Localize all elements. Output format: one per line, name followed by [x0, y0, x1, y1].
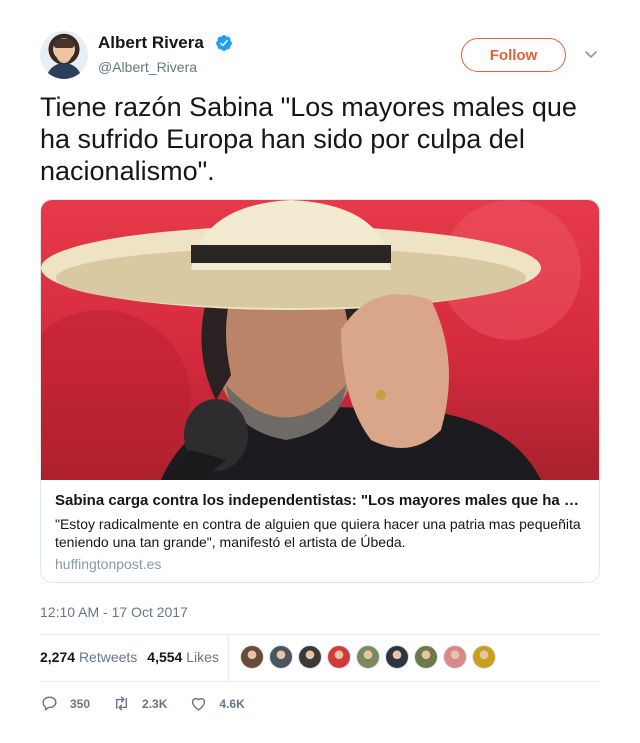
stats-separator — [228, 635, 229, 681]
retweet-button[interactable]: 2.3K — [112, 694, 167, 713]
liker-avatar[interactable] — [298, 645, 322, 669]
reply-button[interactable]: 350 — [40, 694, 90, 713]
liker-avatar[interactable] — [240, 645, 264, 669]
tweet-actions: 350 2.3K 4.6K — [40, 694, 267, 713]
link-card[interactable]: Sabina carga contra los independentistas… — [40, 199, 600, 583]
card-image[interactable] — [41, 200, 599, 480]
reply-count: 350 — [70, 696, 91, 711]
retweets-label: Retweets — [78, 649, 138, 665]
likes-label: Likes — [186, 649, 219, 665]
liker-avatar[interactable] — [327, 645, 351, 669]
likes-count: 4,554 — [147, 649, 183, 665]
tweet: Albert Rivera @Albert_Rivera Follow Tien… — [0, 0, 640, 743]
liker-avatar[interactable] — [385, 645, 409, 669]
retweet-count: 2.3K — [142, 696, 168, 711]
chevron-down-icon[interactable] — [583, 46, 599, 62]
divider — [40, 634, 600, 635]
tweet-text: Tiene razón Sabina "Los mayores males qu… — [40, 92, 577, 186]
like-button[interactable]: 4.6K — [189, 694, 245, 713]
liker-avatar[interactable] — [414, 645, 438, 669]
author-handle[interactable]: @Albert_Rivera — [98, 59, 197, 75]
follow-button[interactable]: Follow — [461, 38, 566, 72]
card-description: "Estoy radicalmente en contra de alguien… — [55, 516, 581, 550]
heart-icon — [192, 697, 206, 711]
liker-avatar[interactable] — [269, 645, 293, 669]
card-domain: huffingtonpost.es — [55, 556, 162, 572]
liker-avatar[interactable] — [472, 645, 496, 669]
liker-avatar[interactable] — [443, 645, 467, 669]
author-name[interactable]: Albert Rivera — [98, 33, 204, 53]
divider — [40, 681, 600, 682]
avatar[interactable] — [40, 31, 88, 79]
verified-badge-icon — [216, 35, 232, 51]
likes-stat[interactable]: 4,554 Likes — [147, 649, 219, 665]
tweet-timestamp[interactable]: 12:10 AM - 17 Oct 2017 — [40, 604, 188, 620]
like-count: 4.6K — [219, 696, 245, 711]
tweet-stats: 2,274 Retweets 4,554 Likes — [40, 649, 219, 665]
retweets-count: 2,274 — [40, 649, 76, 665]
retweets-stat[interactable]: 2,274 Retweets — [40, 649, 137, 665]
reply-icon — [42, 696, 57, 711]
card-title[interactable]: Sabina carga contra los independentistas… — [55, 492, 585, 509]
liker-avatars — [240, 645, 496, 669]
retweet-icon — [116, 696, 127, 711]
liker-avatar[interactable] — [356, 645, 380, 669]
